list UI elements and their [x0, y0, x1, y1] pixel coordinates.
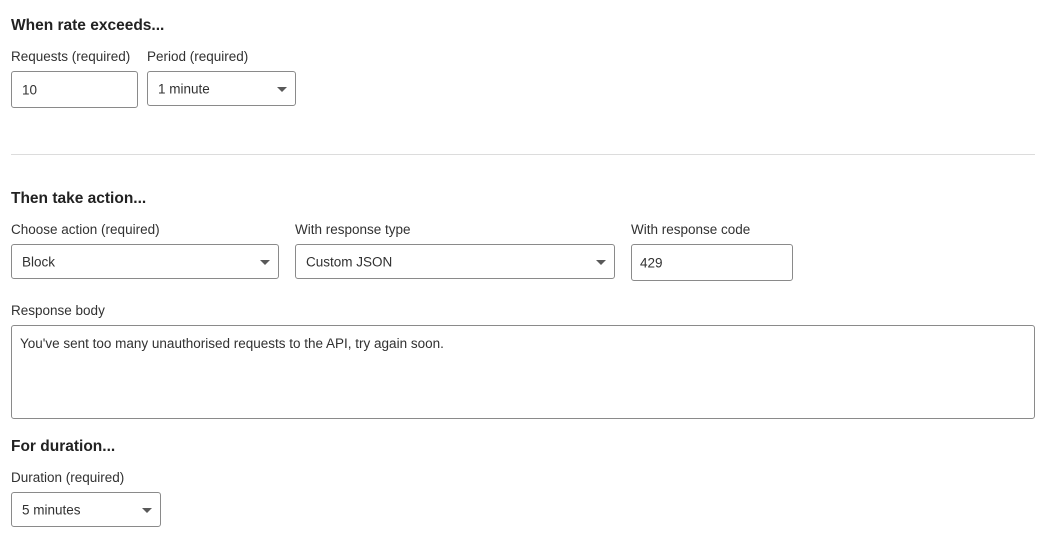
response-code-value: 429	[640, 255, 663, 270]
section-divider	[11, 154, 1035, 155]
rate-section-heading: When rate exceeds...	[11, 17, 165, 34]
response-type-label: With response type	[295, 222, 411, 237]
action-section-heading: Then take action...	[11, 190, 147, 207]
duration-value: 5 minutes	[22, 502, 81, 517]
chevron-down-icon	[277, 86, 287, 92]
chevron-down-icon	[260, 259, 270, 265]
action-select[interactable]: Block	[11, 244, 279, 279]
duration-label: Duration (required)	[11, 470, 125, 485]
response-type-select[interactable]: Custom JSON	[295, 244, 615, 279]
requests-label: Requests (required)	[11, 49, 131, 64]
chevron-down-icon	[596, 259, 606, 265]
period-select[interactable]: 1 minute	[147, 71, 296, 106]
response-body-textarea[interactable]: You've sent too many unauthorised reques…	[11, 325, 1035, 419]
action-value: Block	[22, 254, 56, 269]
action-label: Choose action (required)	[11, 222, 160, 237]
duration-select[interactable]: 5 minutes	[11, 492, 161, 527]
response-code-label: With response code	[631, 222, 751, 237]
requests-input[interactable]: 10	[11, 71, 138, 108]
requests-value: 10	[22, 82, 38, 97]
period-label: Period (required)	[147, 49, 249, 64]
chevron-down-icon	[142, 507, 152, 513]
response-body-label: Response body	[11, 303, 105, 318]
response-code-input[interactable]: 429	[631, 244, 793, 281]
duration-section-heading: For duration...	[11, 438, 116, 455]
period-value: 1 minute	[158, 81, 210, 96]
response-type-value: Custom JSON	[306, 254, 393, 269]
